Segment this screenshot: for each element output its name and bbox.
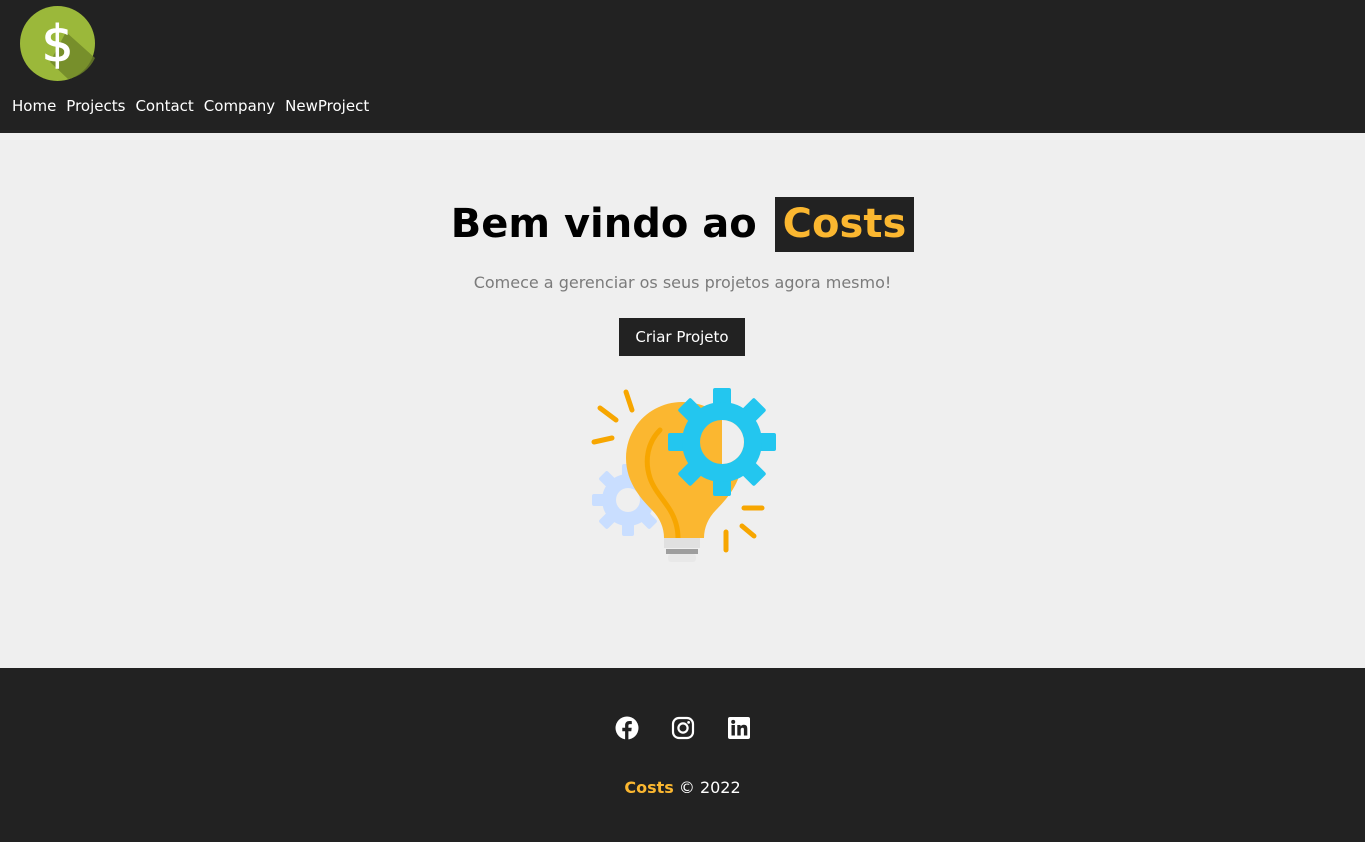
nav-item: NewProject <box>285 96 369 116</box>
nav-link-projects[interactable]: Projects <box>66 97 125 115</box>
social-item <box>615 716 639 740</box>
nav-menu: Home Projects Contact Company NewProject <box>12 96 379 116</box>
hero-title: Bem vindo ao Costs <box>0 197 1365 252</box>
nav-item: Contact <box>135 96 193 116</box>
footer: Costs © 2022 <box>0 668 1365 842</box>
social-item <box>671 716 695 740</box>
dollar-logo-icon: $ <box>20 6 95 81</box>
nav-item: Projects <box>66 96 125 116</box>
copyright-brand: Costs <box>624 778 674 797</box>
blue-gear-icon <box>668 388 776 496</box>
copyright-text: © 2022 <box>678 778 741 797</box>
nav-link-contact[interactable]: Contact <box>135 97 193 115</box>
create-project-button[interactable]: Criar Projeto <box>619 318 745 356</box>
lightbulb-gears-illustration <box>591 388 776 562</box>
nav-item: Home <box>12 96 56 116</box>
hero-title-prefix: Bem vindo ao <box>450 201 757 247</box>
instagram-link[interactable] <box>671 716 695 740</box>
nav-link-company[interactable]: Company <box>204 97 275 115</box>
navbar: $ Home Projects Contact Company NewProje… <box>0 0 1365 133</box>
linkedin-link[interactable] <box>727 716 751 740</box>
nav-link-newproject[interactable]: NewProject <box>285 97 369 115</box>
nav-link-home[interactable]: Home <box>12 97 56 115</box>
svg-text:$: $ <box>42 15 74 73</box>
facebook-icon <box>615 716 638 740</box>
nav-item: Company <box>204 96 275 116</box>
social-links <box>0 716 1365 740</box>
instagram-icon <box>671 716 694 740</box>
social-item <box>727 716 751 740</box>
hero-title-brand: Costs <box>774 197 915 252</box>
copyright: Costs © 2022 <box>0 778 1365 798</box>
hero-subtitle: Comece a gerenciar os seus projetos agor… <box>473 273 892 292</box>
main-content: Bem vindo ao Costs Comece a gerenciar os… <box>0 133 1365 668</box>
linkedin-icon <box>727 717 750 739</box>
facebook-link[interactable] <box>615 716 639 740</box>
